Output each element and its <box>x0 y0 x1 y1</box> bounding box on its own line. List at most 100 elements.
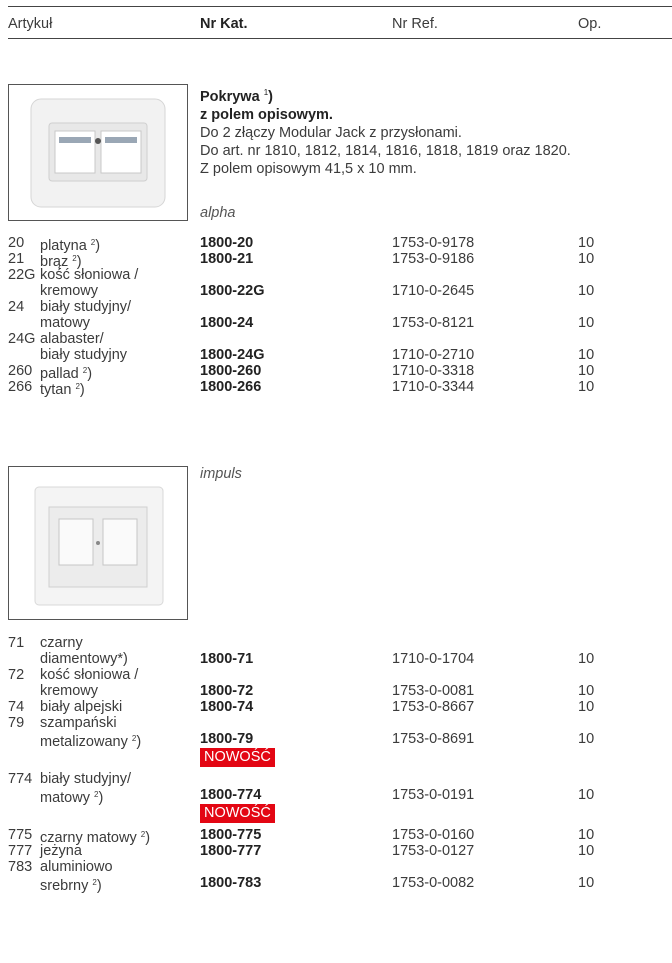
article-name: biały studyjny/ <box>40 299 132 315</box>
product-title-text: Pokrywa <box>200 88 260 105</box>
ref-number: 1753-0-8691 <box>392 731 475 747</box>
pack-qty: 10 <box>578 379 595 395</box>
ref-number: 1753-0-0081 <box>392 683 475 699</box>
cat-number: 1800-74 <box>200 699 254 715</box>
table-row: 20 platyna 2) 1800-20 1753-0-9178 10 <box>8 235 672 254</box>
article-name: kość słoniowa / <box>40 267 139 283</box>
article-code: 22G <box>8 267 36 283</box>
product-description: Pokrywa 1) z polem opisowym. Do 2 złączy… <box>200 84 571 178</box>
article-name: kość słoniowa / <box>40 667 139 683</box>
article-code: 79 <box>8 715 25 731</box>
table-row: 24 biały studyjny/ <box>8 299 672 315</box>
article-name: kremowy <box>40 683 99 699</box>
table-row: 72 kość słoniowa / <box>8 667 672 683</box>
cat-number: 1800-260 <box>200 363 262 379</box>
table-row: matowy 1800-24 1753-0-8121 10 <box>8 315 672 331</box>
footnote-marker: 2 <box>140 830 146 839</box>
pack-qty: 10 <box>578 843 595 859</box>
product-line-1: Do 2 złączy Modular Jack z przysłonami. <box>200 124 462 141</box>
pack-qty: 10 <box>578 363 595 379</box>
article-name: alabaster/ <box>40 331 104 347</box>
article-name: srebrny 2) <box>40 878 102 894</box>
article-code: 72 <box>8 667 25 683</box>
ref-number: 1753-0-0127 <box>392 843 475 859</box>
pack-qty: 10 <box>578 283 595 299</box>
table-row: 775 czarny matowy 2) 1800-775 1753-0-0160 10 <box>8 827 672 846</box>
ref-number: 1753-0-9178 <box>392 235 475 251</box>
table-row: 24G alabaster/ <box>8 331 672 347</box>
pack-qty: 10 <box>578 651 595 667</box>
series-alpha-label: alpha <box>200 205 236 221</box>
table-row: 22G kość słoniowa / <box>8 267 672 283</box>
new-badge: NOWOŚĆ <box>200 804 275 823</box>
article-code: 71 <box>8 635 25 651</box>
product-subtitle: z polem opisowym. <box>200 106 333 123</box>
table-row: 79 szampański <box>8 715 672 731</box>
article-name: diamentowy*) <box>40 651 128 667</box>
table-row: srebrny 2) 1800-783 1753-0-0082 10 <box>8 875 672 894</box>
product-title: Pokrywa 1) <box>200 88 273 105</box>
col-header-cat: Nr Kat. <box>200 16 248 32</box>
article-code: 774 <box>8 771 33 787</box>
article-code: 20 <box>8 235 25 251</box>
product-title-footnote: 1 <box>263 88 269 97</box>
table-row: kremowy 1800-22G 1710-0-2645 10 <box>8 283 672 299</box>
footnote-marker: 2 <box>90 238 96 247</box>
pack-qty: 10 <box>578 875 595 891</box>
article-code: 260 <box>8 363 33 379</box>
cat-number: 1800-24 <box>200 315 254 331</box>
ref-number: 1753-0-0191 <box>392 787 475 803</box>
footnote-marker: 2 <box>75 382 80 391</box>
cat-number: 1800-79 <box>200 731 254 747</box>
article-name: szampański <box>40 715 117 731</box>
header-rule <box>8 38 672 39</box>
table-row: biały studyjny 1800-24G 1710-0-2710 10 <box>8 347 672 363</box>
table-row: matowy 2) 1800-774 1753-0-0191 10 <box>8 787 672 806</box>
table-row: 774 biały studyjny/ <box>8 771 672 787</box>
article-code: 775 <box>8 827 33 843</box>
series-impuls-label: impuls <box>200 466 242 482</box>
ref-number: 1753-0-9186 <box>392 251 475 267</box>
ref-number: 1710-0-2645 <box>392 283 475 299</box>
article-name: matowy <box>40 315 90 331</box>
table-row: kremowy 1800-72 1753-0-0081 10 <box>8 683 672 699</box>
article-name: czarny <box>40 635 83 651</box>
footnote-marker: 2 <box>82 366 88 375</box>
table-row: 783 aluminiowo <box>8 859 672 875</box>
ref-number: 1710-0-3344 <box>392 379 475 395</box>
article-code: 266 <box>8 379 33 395</box>
top-rule <box>8 6 672 7</box>
table-row: 71 czarny <box>8 635 672 651</box>
product-line-3: Z polem opisowym 41,5 x 10 mm. <box>200 160 417 177</box>
article-name: aluminiowo <box>40 859 113 875</box>
cat-number: 1800-783 <box>200 875 262 891</box>
ref-number: 1710-0-2710 <box>392 347 475 363</box>
cat-number: 1800-72 <box>200 683 254 699</box>
article-code: 21 <box>8 251 25 267</box>
pack-qty: 10 <box>578 699 595 715</box>
product-image-impuls <box>8 466 188 620</box>
pack-qty: 10 <box>578 787 595 803</box>
article-name: biały studyjny/ <box>40 771 132 787</box>
cover-plate-impuls-icon <box>34 486 164 606</box>
footnote-marker: 2 <box>131 734 137 743</box>
article-name: jeżyna <box>40 843 82 859</box>
ref-number: 1753-0-8667 <box>392 699 475 715</box>
pack-qty: 10 <box>578 731 595 747</box>
pack-qty: 10 <box>578 827 595 843</box>
article-name: kremowy <box>40 283 99 299</box>
pack-qty: 10 <box>578 251 595 267</box>
pack-qty: 10 <box>578 235 595 251</box>
ref-number: 1753-0-8121 <box>392 315 475 331</box>
article-code: 24G <box>8 331 36 347</box>
table-row: 777 jeżyna 1800-777 1753-0-0127 10 <box>8 843 672 859</box>
article-code: 24 <box>8 299 25 315</box>
cat-number: 1800-24G <box>200 347 265 363</box>
footnote-marker: 2 <box>92 878 97 887</box>
cat-number: 1800-20 <box>200 235 254 251</box>
table-row: 74 biały alpejski 1800-74 1753-0-8667 10 <box>8 699 672 715</box>
article-name: tytan 2) <box>40 382 85 398</box>
cat-number: 1800-775 <box>200 827 262 843</box>
col-header-op: Op. <box>578 16 602 32</box>
pack-qty: 10 <box>578 683 595 699</box>
